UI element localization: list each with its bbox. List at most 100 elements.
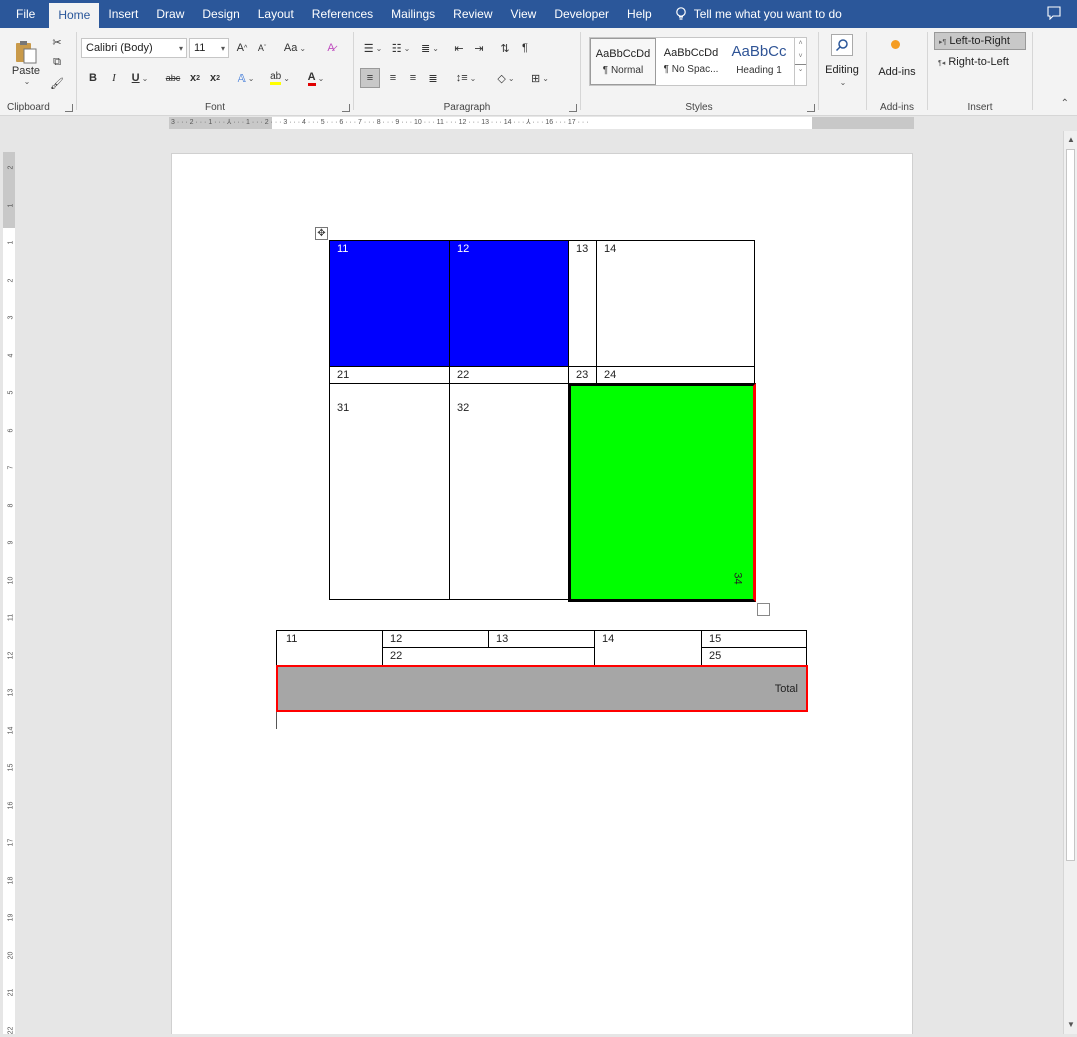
table1-cell-31[interactable]: 31 — [329, 383, 450, 600]
tell-me-search[interactable]: Tell me what you want to do — [661, 0, 842, 28]
paragraph-group: ☰ ⌄ ☷ ⌄ ≣ ⌄ ⇤ ⇥ ⇅ ¶ ≡ ≡ ≡ ≣ ↕≡ ⌄ ◇ ⌄ ⊞ ⌄ Parag… — [354, 28, 580, 116]
addins-button[interactable]: Add-ins — [867, 66, 927, 78]
tab-insert[interactable]: Insert — [99, 0, 147, 28]
decrease-indent-icon[interactable]: ⇤ — [450, 38, 468, 58]
align-right-icon[interactable]: ≡ — [404, 68, 422, 88]
highlight-button[interactable]: ab ⌄ — [265, 68, 295, 88]
increase-indent-icon[interactable]: ⇥ — [470, 38, 488, 58]
table2-cell-r1-14[interactable]: 14 — [594, 630, 702, 666]
table2-cell-r1-11[interactable]: 11 — [276, 630, 383, 666]
bullets-icon[interactable]: ☰ ⌄ — [360, 38, 386, 58]
vertical-ruler-number: 15 — [7, 763, 15, 772]
align-left-icon[interactable]: ≡ — [360, 68, 380, 88]
clipboard-launcher-icon[interactable] — [65, 104, 73, 112]
insert-group-label: Insert — [967, 102, 993, 113]
vertical-ruler-number: 19 — [7, 913, 15, 922]
subscript-button[interactable]: x2 — [187, 68, 203, 88]
tab-help[interactable]: Help — [618, 0, 661, 28]
editing-group[interactable]: Editing ⌄ — [819, 28, 865, 116]
vertical-ruler-number: 12 — [7, 651, 15, 659]
font-launcher-icon[interactable] — [342, 104, 350, 112]
justify-icon[interactable]: ≣ — [424, 68, 442, 88]
change-case-button[interactable]: Aa ⌄ — [280, 38, 310, 58]
borders-icon[interactable]: ⊞ ⌄ — [526, 68, 554, 88]
scroll-up-icon[interactable]: ▲ — [1066, 135, 1076, 145]
format-painter-icon[interactable]: 🖌 — [48, 73, 66, 93]
show-formatting-button[interactable]: ¶ — [516, 38, 534, 58]
editing-label: Editing — [825, 64, 859, 76]
paragraph-launcher-icon[interactable] — [569, 104, 577, 112]
font-color-button[interactable]: A ⌄ — [301, 68, 331, 88]
table2-cell-r2-25[interactable]: 25 — [701, 647, 807, 666]
clear-formatting-icon[interactable]: A̷ — [321, 38, 341, 58]
align-center-icon[interactable]: ≡ — [384, 68, 402, 88]
tab-layout[interactable]: Layout — [249, 0, 303, 28]
tab-developer[interactable]: Developer — [545, 0, 618, 28]
shading-icon[interactable]: ◇ ⌄ — [492, 68, 520, 88]
text-effects-button[interactable]: 𝔸 ⌄ — [233, 68, 259, 88]
collapse-ribbon-icon[interactable]: ⌃ — [1061, 98, 1069, 109]
addins-group-label: Add-ins — [880, 102, 914, 113]
sort-icon[interactable]: ⇅ — [496, 38, 514, 58]
vertical-ruler-number: 4 — [7, 353, 15, 357]
strikethrough-button[interactable]: abc — [163, 68, 183, 88]
table1-cell-14[interactable]: 14 — [596, 240, 755, 367]
vertical-ruler-number: 17 — [7, 838, 15, 847]
table1-cell-21[interactable]: 21 — [329, 366, 450, 384]
tab-mailings[interactable]: Mailings — [382, 0, 444, 28]
table1-cell-22[interactable]: 22 — [449, 366, 569, 384]
vertical-ruler[interactable]: 2 1 1 2 3 4 5 6 7 8 9 10 11 12 13 14 15 16 17 18 19 20 21 22 — [3, 152, 15, 1034]
cut-icon[interactable]: ✂ — [48, 32, 66, 52]
table1-cell-34[interactable]: 34 — [568, 383, 756, 602]
tab-draw[interactable]: Draw — [147, 0, 193, 28]
table1-cell-12[interactable]: 12 — [449, 240, 569, 367]
horizontal-ruler-marks: 3 · · · 2 · · · 1 · · · ⅄ · · · 1 · · · … — [171, 119, 589, 126]
tab-file[interactable]: File — [0, 0, 49, 28]
vertical-ruler-number: 2 — [7, 165, 15, 170]
table1-cell-23[interactable]: 23 — [568, 366, 597, 384]
scroll-down-icon[interactable]: ▼ — [1066, 1020, 1076, 1030]
horizontal-ruler-track[interactable]: 3 · · · 2 · · · 1 · · · ⅄ · · · 1 · · · … — [169, 117, 914, 129]
table1-cell-11[interactable]: 11 — [329, 240, 450, 367]
bold-button[interactable]: B — [85, 68, 101, 88]
ltr-label: Left-to-Right — [949, 35, 1010, 47]
numbering-icon[interactable]: ☷ ⌄ — [388, 38, 414, 58]
lightbulb-icon — [675, 7, 687, 21]
superscript-button[interactable]: x2 — [207, 68, 223, 88]
italic-button[interactable]: I — [106, 68, 122, 88]
multilevel-list-icon[interactable]: ≣ ⌄ — [416, 38, 444, 58]
grow-font-button[interactable]: A ^ — [233, 38, 251, 58]
table-resize-handle[interactable] — [757, 603, 770, 616]
table2-cell-r1-12[interactable]: 12 — [382, 630, 489, 648]
paste-button[interactable]: Paste ⌄ — [8, 32, 44, 92]
vertical-ruler-number: 2 — [7, 278, 15, 282]
line-spacing-icon[interactable]: ↕≡ ⌄ — [452, 68, 480, 88]
table2-cell-r1-13[interactable]: 13 — [488, 630, 595, 648]
table2-cell-r1-15[interactable]: 15 — [701, 630, 807, 648]
shrink-font-button[interactable]: Aˇ — [253, 38, 271, 58]
tab-view[interactable]: View — [502, 0, 546, 28]
table2-total-row[interactable]: Total — [276, 665, 808, 712]
font-size-select[interactable]: 11 ▾ — [189, 38, 229, 58]
styles-launcher-icon[interactable] — [807, 104, 815, 112]
table1-cell-24[interactable]: 24 — [596, 366, 755, 384]
table-move-handle-icon[interactable]: ✥ — [315, 227, 328, 240]
font-family-select[interactable]: Calibri (Body) ▾ — [81, 38, 187, 58]
right-to-left-button[interactable]: ¶◂ Right-to-Left — [934, 54, 1026, 72]
vertical-ruler-number: 13 — [7, 688, 15, 697]
table2-cell-r2-22[interactable]: 22 — [382, 647, 595, 666]
tab-references[interactable]: References — [303, 0, 382, 28]
table1-cell-13[interactable]: 13 — [568, 240, 597, 367]
underline-button[interactable]: U ⌄ — [127, 68, 153, 88]
vertical-ruler-number: 8 — [7, 503, 15, 507]
scrollbar-thumb[interactable] — [1066, 149, 1075, 861]
tab-design[interactable]: Design — [193, 0, 248, 28]
tab-home[interactable]: Home — [49, 3, 100, 28]
copy-icon[interactable]: ⧉ — [48, 52, 66, 72]
font-size-value: 11 — [194, 42, 206, 54]
comments-icon[interactable] — [1047, 6, 1061, 23]
left-to-right-button[interactable]: ▸¶ Left-to-Right — [934, 32, 1026, 50]
table1-cell-32[interactable]: 32 — [449, 383, 569, 600]
tab-review[interactable]: Review — [444, 0, 501, 28]
vertical-scrollbar[interactable]: ▲ ▼ — [1063, 131, 1077, 1034]
